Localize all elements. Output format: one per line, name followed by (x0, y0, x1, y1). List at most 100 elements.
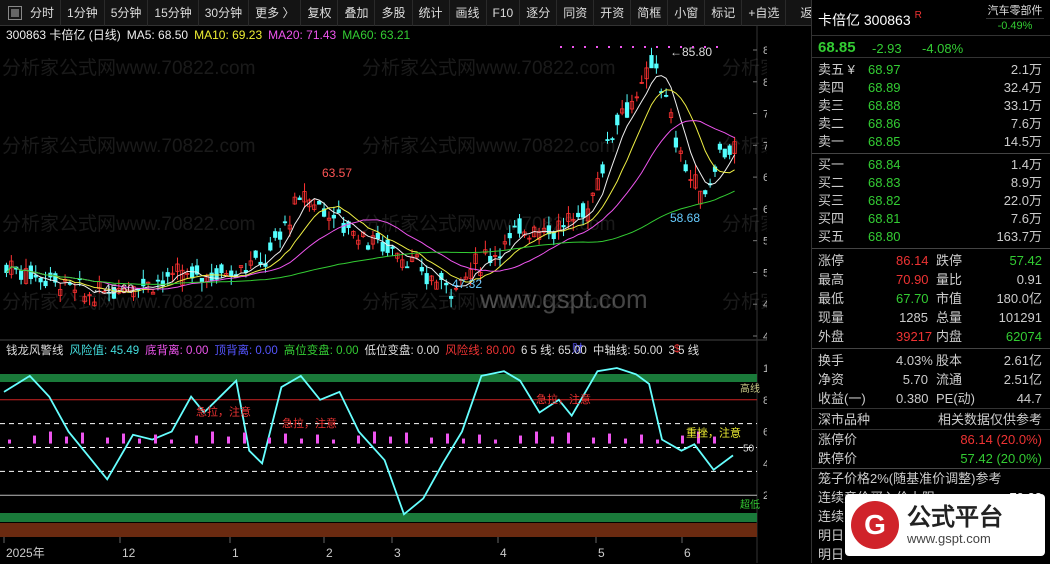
tab-15min[interactable]: 15分钟 (148, 0, 199, 26)
book-label: 买一 (818, 157, 845, 172)
button-f10[interactable]: F10 (487, 0, 521, 26)
watermark: 分析家公式网www.70822.com (362, 135, 615, 157)
tab-1min[interactable]: 1分钟 (61, 0, 105, 26)
ask-book: 卖五 ¥ 68.97 2.1万 卖四 68.89 32.4万 卖三 68.88 33.1万 卖二 6… (812, 58, 1050, 151)
ask-row: 卖二 68.86 7.6万 (812, 115, 1050, 133)
last-price: 68.85 (818, 39, 856, 56)
candle-body (722, 148, 727, 158)
candle-body (190, 266, 195, 279)
candle-body (717, 143, 723, 150)
price-pct: -4.08% (922, 41, 964, 56)
tab-5min[interactable]: 5分钟 (105, 0, 149, 26)
bid-row: 买五 68.80 163.7万 (812, 228, 1050, 246)
stat-row: 外盘 39217 内盘 62074 (818, 329, 1042, 344)
top-marker (572, 46, 574, 48)
signal-bar (405, 432, 408, 444)
candle-body (365, 245, 371, 250)
note-1: 急拉，注意 (196, 405, 251, 419)
button-stats[interactable]: 统计 (413, 0, 450, 26)
time-label: 6 (684, 546, 691, 560)
stat-row: 最高 70.90 量比 0.91 (818, 272, 1042, 287)
gspt-logo: G 公式平台 www.gspt.com (845, 494, 1045, 556)
signal-bar (535, 431, 538, 444)
quote-header: 卡倍亿 300863 R 汽车零部件 -0.49% (812, 0, 1050, 36)
candle-body (600, 164, 605, 174)
candle-body (375, 232, 380, 239)
bottom-bar (0, 523, 757, 537)
button-draw[interactable]: 画线 (450, 0, 487, 26)
button-same-capital[interactable]: 同资 (557, 0, 595, 26)
watermark-gspt: www.gspt.com (479, 284, 648, 314)
industry-change: -0.49% (986, 18, 1044, 33)
signal-bar (373, 431, 376, 444)
candle-body (703, 190, 708, 195)
indicator-axis-label: 80.00 (763, 395, 767, 407)
signal-bar (357, 435, 360, 444)
candle-body (624, 102, 630, 118)
bid-row: 买二 68.83 8.9万 (812, 174, 1050, 192)
button-add-favorite[interactable]: +自选 (742, 0, 787, 26)
button-mark[interactable]: 标记 (705, 0, 743, 26)
button-small-window[interactable]: 小窗 (668, 0, 706, 26)
button-adjust[interactable]: 复权 (301, 0, 339, 26)
top-marker (680, 46, 682, 48)
candle-body (43, 280, 48, 287)
signal-bar (300, 438, 303, 444)
tab-30min[interactable]: 30分钟 (199, 0, 250, 26)
candle-body (253, 250, 258, 258)
signal-bar (519, 435, 522, 444)
button-simple-frame[interactable]: 简框 (631, 0, 669, 26)
candle-body (390, 246, 395, 249)
bottom-divergence-label: 底背离: 0.00 (145, 345, 209, 357)
limit-up-row: 涨停价 86.14 (20.0%) (818, 432, 1042, 447)
button-overlay[interactable]: 叠加 (338, 0, 376, 26)
market-note: 相关数据仅供参考 (937, 412, 1042, 427)
industry-box[interactable]: 汽车零部件 -0.49% (986, 4, 1044, 33)
price-axis-label: 65.00 (763, 172, 767, 184)
top-marker (560, 46, 562, 48)
top-marker (668, 46, 670, 48)
book-price: 68.83 (868, 175, 901, 190)
window-icon[interactable] (8, 6, 22, 20)
candle-body (673, 137, 679, 148)
note-2: 急拉，注意 (282, 416, 337, 430)
watermark: 分析家公式网www.70822.com (722, 291, 767, 313)
signal-bar (211, 431, 214, 444)
candle-body (517, 218, 522, 234)
high-change-label: 高位变盘: 0.00 (283, 345, 359, 357)
indicator-axis-label: 60.00 (763, 427, 767, 439)
top-marker (608, 46, 610, 48)
candle-body (336, 209, 341, 214)
book-label: 卖二 (818, 116, 845, 131)
kline-chart[interactable]: 85.0080.0075.0070.0065.0060.0055.0050.00… (0, 26, 767, 563)
top-marker (692, 46, 694, 48)
time-label: 2 (326, 546, 333, 560)
button-open-capital[interactable]: 开资 (594, 0, 632, 26)
low-change-label: 低位变盘: 0.00 (364, 345, 440, 357)
button-per-minute[interactable]: 逐分 (520, 0, 558, 26)
book-volume: 32.4万 (1003, 80, 1042, 95)
chart-area[interactable]: 300863 卡倍亿 (日线) MA5: 68.50 MA10: 69.23 M… (0, 26, 767, 563)
stat-row: 收益(一) 0.380 PE(动) 44.7 (818, 391, 1042, 406)
signal-bar (49, 431, 52, 444)
top-marker (584, 46, 586, 48)
industry-name: 汽车零部件 (987, 5, 1043, 17)
candle-body (268, 242, 273, 251)
signal-bar (268, 437, 271, 444)
candle-body (141, 278, 146, 287)
candle-body (683, 164, 688, 172)
signal-bar (430, 437, 433, 444)
candle-body (419, 267, 424, 272)
signal-bar (122, 433, 125, 444)
stat-row: 换手 4.03% 股本 2.61亿 (818, 353, 1042, 368)
signal-bar (462, 438, 465, 444)
cage-note: 笼子价格2%(随基准价调整)参考 (818, 471, 1002, 486)
line35-label: 3 5 线 (668, 345, 700, 357)
button-multi[interactable]: 多股 (375, 0, 413, 26)
note-4: 重挫，注意 (686, 425, 741, 439)
tab-more[interactable]: 更多 〉 (249, 0, 302, 26)
signal-bar (138, 438, 141, 444)
stats-block-1: 涨停 86.14 跌停 57.42 最高 70.90 量比 0.91 最低 67.70 市值 180.… (812, 251, 1050, 346)
annotation-peak: ←85.80 (670, 45, 712, 59)
annotation-low3: 58.68 (670, 211, 700, 225)
